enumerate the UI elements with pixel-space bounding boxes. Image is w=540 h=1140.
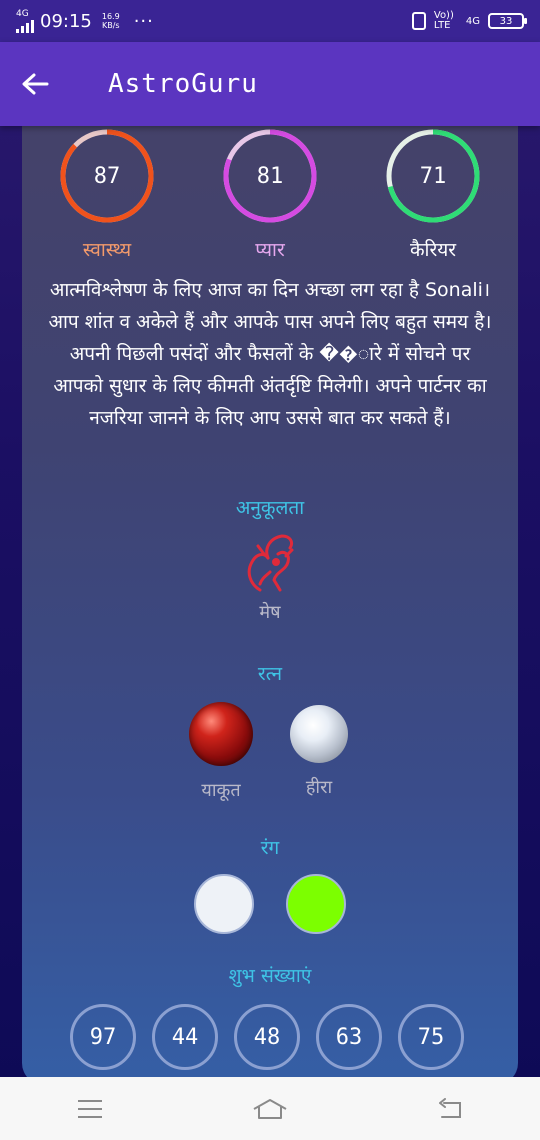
status-bar: 4G 09:15 16.9 KB/s ··· Vo)) LTE 4G 33 bbox=[0, 0, 540, 42]
app-bar: AstroGuru bbox=[0, 42, 540, 126]
back-button[interactable] bbox=[0, 42, 70, 126]
love-label: प्यार bbox=[255, 239, 285, 261]
love-ring: 81 bbox=[222, 128, 318, 224]
health-ring: 87 bbox=[59, 128, 155, 224]
health-meter: 87 स्वास्थ्य bbox=[47, 128, 167, 262]
lucky-numbers-row: 97 44 48 63 75 bbox=[70, 1004, 464, 1070]
horoscope-description: आत्मविश्लेषण के लिए आज का दिन अच्छा लग र… bbox=[48, 279, 492, 429]
compatibility-sign-label: मेष bbox=[259, 602, 281, 623]
lucky-number: 75 bbox=[398, 1004, 464, 1070]
love-meter: 81 प्यार bbox=[210, 128, 330, 262]
more-notifications-icon: ··· bbox=[133, 10, 154, 32]
lucky-number: 48 bbox=[234, 1004, 300, 1070]
lucky-number: 97 bbox=[70, 1004, 136, 1070]
lucky-numbers-heading: शुभ संख्याएं bbox=[228, 965, 312, 987]
vibrate-icon bbox=[411, 12, 426, 30]
gem-diamond: हीरा bbox=[287, 702, 351, 802]
health-score: 87 bbox=[93, 163, 121, 189]
menu-icon bbox=[78, 1099, 102, 1118]
battery-level: 33 bbox=[499, 15, 513, 27]
career-ring: 71 bbox=[385, 128, 481, 224]
lucky-number: 44 bbox=[152, 1004, 218, 1070]
volte-label: Vo)) LTE bbox=[433, 10, 454, 31]
score-meters: 87 स्वास्थ्य 81 प्यार 71 कैरियर bbox=[22, 128, 518, 261]
diamond-gem-icon bbox=[290, 705, 348, 763]
app-title: AstroGuru bbox=[108, 69, 258, 99]
lucky-number: 63 bbox=[316, 1004, 382, 1070]
horoscope-card: 87 स्वास्थ्य 81 प्यार 71 कैरियर आत्मविश्… bbox=[22, 100, 518, 1085]
status-left: 4G 09:15 16.9 KB/s ··· bbox=[16, 8, 154, 33]
career-meter: 71 कैरियर bbox=[373, 128, 493, 262]
home-icon bbox=[253, 1098, 287, 1119]
aries-ram-icon bbox=[247, 534, 294, 592]
health-label: स्वास्थ्य bbox=[82, 239, 132, 261]
nav-back-button[interactable] bbox=[410, 1084, 490, 1134]
back-icon bbox=[439, 1097, 461, 1118]
status-right: Vo)) LTE 4G 33 bbox=[411, 10, 527, 31]
career-label: कैरियर bbox=[409, 239, 457, 261]
career-score: 71 bbox=[419, 163, 447, 189]
arrow-left-icon bbox=[22, 73, 49, 95]
colors-heading: रंग bbox=[260, 837, 280, 859]
colors-row bbox=[22, 874, 518, 934]
network-right: 4G bbox=[465, 15, 480, 27]
network-speed: 16.9 KB/s bbox=[101, 12, 120, 30]
ruby-gem-icon bbox=[189, 702, 253, 766]
nav-menu-button[interactable] bbox=[50, 1084, 130, 1134]
gem-diamond-label: हीरा bbox=[305, 777, 333, 798]
network-type: 4G bbox=[16, 8, 29, 19]
nav-home-button[interactable] bbox=[230, 1084, 310, 1134]
compatibility-heading: अनुकूलता bbox=[235, 497, 305, 519]
battery-icon: 33 bbox=[488, 13, 527, 29]
color-swatch-white bbox=[194, 874, 254, 934]
gems-heading: रत्न bbox=[257, 663, 283, 685]
color-swatch-green bbox=[286, 874, 346, 934]
compatibility-sign: मेष bbox=[22, 532, 518, 624]
gems-row: याकूत हीरा bbox=[22, 702, 518, 802]
gem-ruby-label: याकूत bbox=[201, 780, 241, 801]
system-nav-bar bbox=[0, 1077, 540, 1140]
love-score: 81 bbox=[256, 163, 284, 189]
status-time: 09:15 bbox=[40, 10, 92, 32]
gem-ruby: याकूत bbox=[189, 702, 253, 802]
signal-icon: 4G bbox=[16, 8, 34, 33]
